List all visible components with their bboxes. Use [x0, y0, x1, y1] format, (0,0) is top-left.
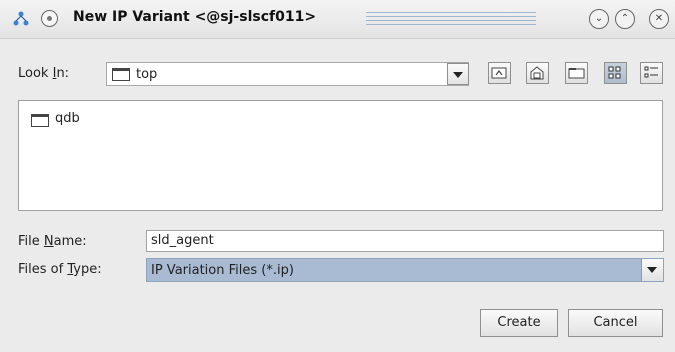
title-bar-grip — [366, 12, 536, 26]
window-title: New IP Variant <@sj-slscf011> — [73, 9, 317, 25]
create-button[interactable]: Create — [480, 309, 558, 337]
details-view-button[interactable] — [640, 62, 663, 84]
home-icon — [530, 66, 544, 80]
folder-icon — [112, 68, 130, 81]
files-of-type-dropdown-icon[interactable] — [641, 259, 663, 281]
files-of-type-value: IP Variation Files (*.ip) — [151, 263, 294, 278]
close-icon[interactable]: ✕ — [649, 9, 669, 29]
home-button[interactable] — [526, 62, 549, 84]
window-menu-icon[interactable] — [41, 10, 58, 27]
look-in-value: top — [136, 67, 158, 82]
file-name-input[interactable]: sld_agent — [146, 230, 664, 252]
files-of-type-label: Files of Type: — [18, 262, 102, 277]
details-view-icon — [644, 66, 658, 78]
look-in-label: Look In: — [18, 66, 70, 81]
files-of-type-select[interactable]: IP Variation Files (*.ip) — [146, 258, 664, 282]
title-bar[interactable]: New IP Variant <@sj-slscf011> ⌄ ⌃ ✕ — [0, 0, 675, 39]
folder-icon — [31, 114, 49, 127]
cancel-button[interactable]: Cancel — [568, 309, 663, 337]
file-list[interactable]: qdb — [18, 100, 663, 211]
file-name-value: sld_agent — [151, 233, 214, 248]
file-name-label: File Name: — [18, 234, 87, 249]
new-folder-icon — [568, 68, 585, 79]
look-in-dropdown-button[interactable] — [447, 63, 469, 85]
app-icon — [13, 11, 29, 26]
list-view-icon — [608, 66, 621, 79]
up-folder-icon — [491, 67, 507, 79]
file-list-item-name: qdb — [55, 111, 80, 126]
maximize-icon[interactable]: ⌃ — [615, 9, 635, 29]
up-folder-button[interactable] — [488, 62, 511, 84]
file-chooser-dialog: New IP Variant <@sj-slscf011> ⌄ ⌃ ✕ Look… — [0, 0, 675, 352]
look-in-combo[interactable]: top — [106, 62, 469, 86]
new-folder-button[interactable] — [565, 62, 588, 84]
list-view-button[interactable] — [604, 62, 627, 84]
minimize-icon[interactable]: ⌄ — [589, 9, 609, 29]
